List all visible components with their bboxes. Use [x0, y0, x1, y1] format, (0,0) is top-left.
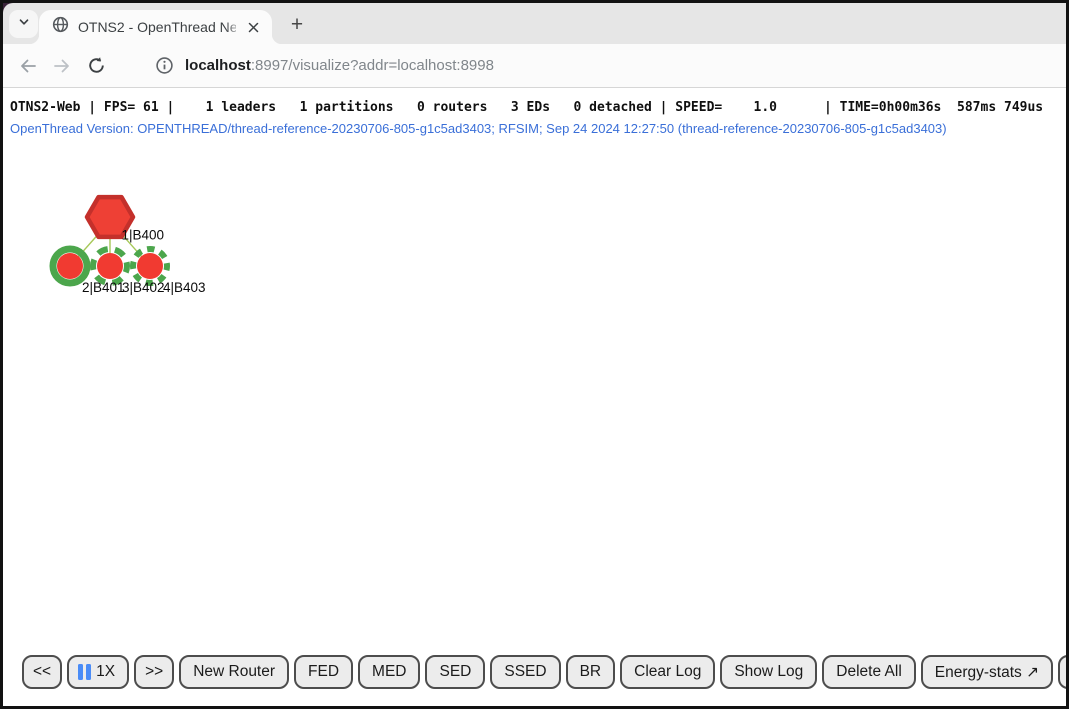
node-stats-button[interactable]: Node-stats ↗	[1058, 655, 1069, 689]
url-host: localhost	[185, 57, 251, 74]
node-ed-4[interactable]	[133, 249, 167, 283]
node-label: 1|B400	[122, 228, 165, 243]
clear-log-button[interactable]: Clear Log	[620, 655, 715, 689]
fed-button[interactable]: FED	[294, 655, 353, 689]
node-label: 3|B402	[122, 280, 165, 295]
tab-strip: OTNS2 - OpenThread Ne +	[3, 3, 1066, 44]
url-path: :8997/visualize?addr=localhost:8998	[251, 57, 494, 74]
show-log-button[interactable]: Show Log	[720, 655, 817, 689]
url-text: localhost:8997/visualize?addr=localhost:…	[185, 57, 494, 74]
delete-all-button[interactable]: Delete All	[822, 655, 915, 689]
speed-label: 1X	[96, 663, 115, 681]
forward-button[interactable]	[45, 49, 79, 83]
globe-favicon-icon	[52, 16, 69, 38]
chevron-down-icon	[17, 15, 31, 34]
node-ed-3[interactable]	[93, 249, 127, 283]
new-tab-button[interactable]: +	[283, 11, 311, 39]
ssed-button[interactable]: SSED	[490, 655, 560, 689]
reload-button[interactable]	[79, 49, 113, 83]
med-button[interactable]: MED	[358, 655, 420, 689]
browser-tab-otns2[interactable]: OTNS2 - OpenThread Ne	[39, 10, 272, 44]
otns-visualizer-page: OTNS2-Web | FPS= 61 | 1 leaders 1 partit…	[3, 88, 1066, 705]
node-label: 2|B401	[82, 280, 125, 295]
br-button[interactable]: BR	[566, 655, 616, 689]
url-bar[interactable]: localhost:8997/visualize?addr=localhost:…	[129, 49, 1066, 83]
network-topology-canvas[interactable]: 1|B400 2|B401 3|B402 4|B403	[3, 88, 1066, 705]
sed-button[interactable]: SED	[425, 655, 485, 689]
pause-speed-button[interactable]: 1X	[67, 655, 129, 689]
pause-icon	[78, 664, 91, 680]
node-ed-2[interactable]	[53, 249, 87, 283]
speed-up-button[interactable]: >>	[134, 655, 174, 689]
info-icon[interactable]	[155, 56, 174, 75]
back-button[interactable]	[11, 49, 45, 83]
speed-down-button[interactable]: <<	[22, 655, 62, 689]
action-bar: << 1X >> New Router FED MED SED SSED BR …	[3, 655, 1066, 689]
tab-title: OTNS2 - OpenThread Ne	[78, 19, 236, 35]
new-router-button[interactable]: New Router	[179, 655, 289, 689]
navigation-bar: localhost:8997/visualize?addr=localhost:…	[3, 44, 1066, 88]
energy-stats-button[interactable]: Energy-stats ↗	[921, 655, 1053, 689]
tab-title-fade	[225, 17, 247, 37]
browser-window: OTNS2 - OpenThread Ne +	[0, 0, 1069, 709]
node-label: 4|B403	[163, 280, 206, 295]
